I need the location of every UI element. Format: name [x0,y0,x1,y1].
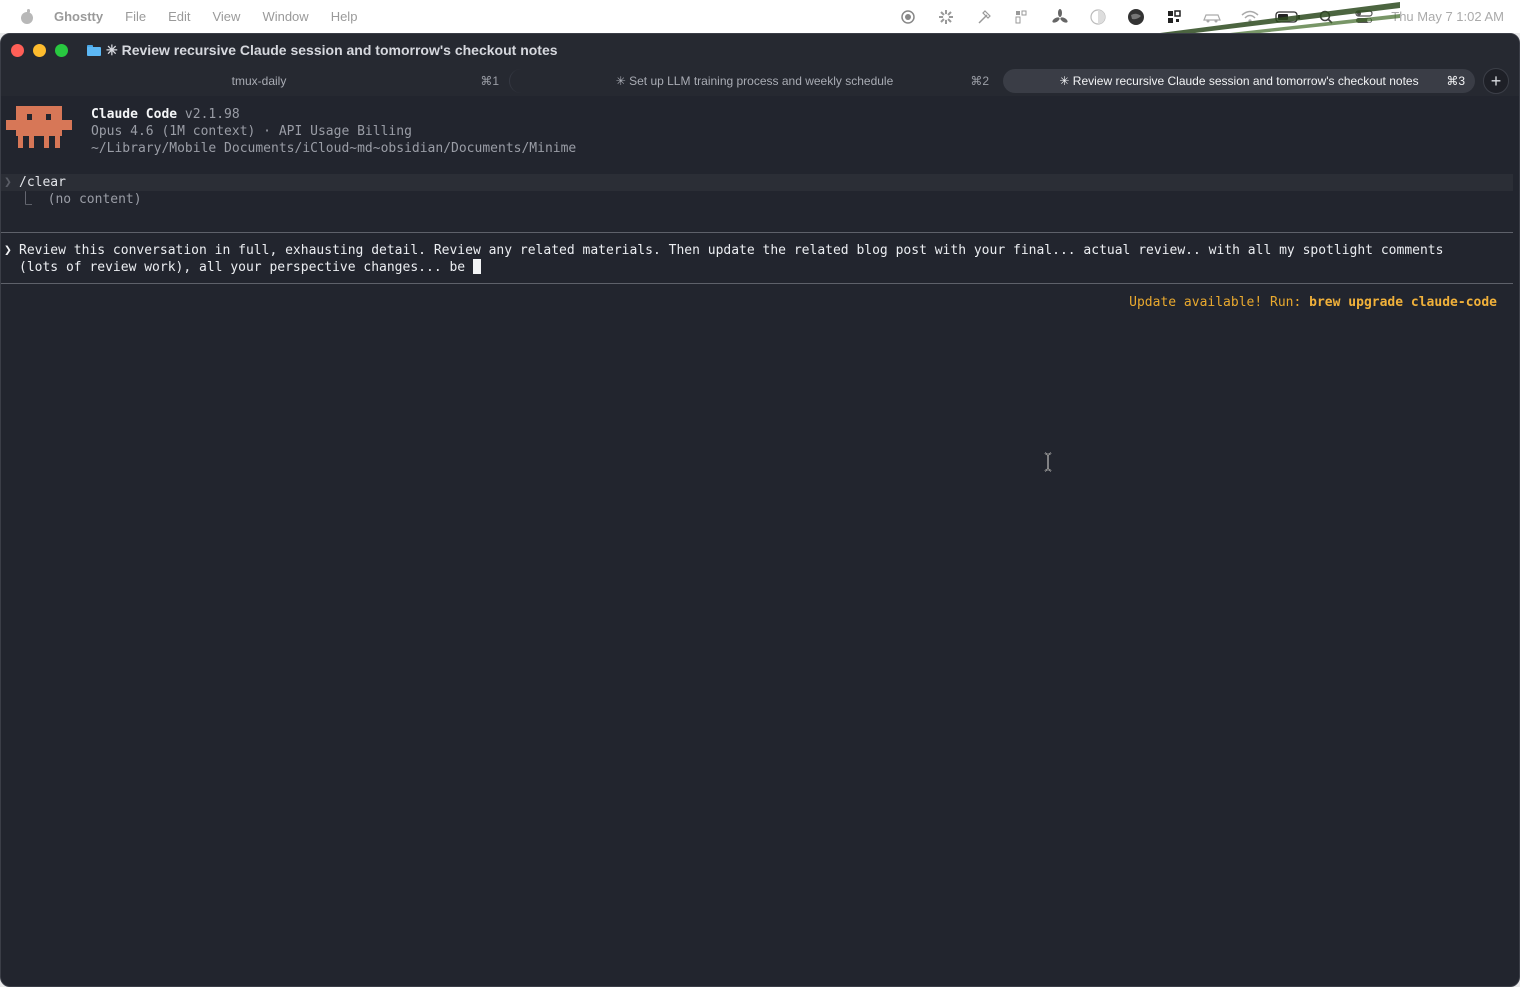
menu-app-name[interactable]: Ghostty [54,9,103,24]
traffic-lights [11,43,68,57]
tab-llm-training[interactable]: ✳ Set up LLM training process and weekly… [509,69,999,93]
claude-mascot-icon [6,106,72,148]
fan-icon[interactable] [1041,0,1079,33]
input-divider-top [1,232,1513,233]
terminal-window: ✳ Review recursive Claude session and to… [0,33,1520,987]
working-directory: ~/Library/Mobile Documents/iCloud~md~obs… [91,141,577,156]
product-name: Claude Code [91,107,178,122]
prompt-chevron-icon: ❯ [4,175,12,190]
history-command-row: ❯ /clear [1,174,1513,191]
claude-banner: Claude Code v2.1.98 Opus 4.6 (1M context… [6,106,576,157]
window-title: ✳ Review recursive Claude session and to… [87,42,558,59]
update-command: brew upgrade claude-code [1309,295,1497,310]
folder-icon [87,44,101,56]
update-notice: Update available! Run: brew upgrade clau… [1129,294,1497,311]
tab-label: ✳ Review recursive Claude session and to… [1059,74,1419,88]
tab-tmux-daily[interactable]: tmux-daily ⌘1 [9,69,509,93]
search-icon[interactable] [1307,0,1345,33]
close-button[interactable] [11,43,24,57]
hammer-icon[interactable] [965,0,1003,33]
terminal-content[interactable]: Claude Code v2.1.98 Opus 4.6 (1M context… [1,96,1519,986]
menu-window[interactable]: Window [262,9,308,24]
zoom-button[interactable] [55,43,68,57]
window-title-text: ✳ Review recursive Claude session and to… [106,41,558,58]
tab-bar: tmux-daily ⌘1 ✳ Set up LLM training proc… [1,66,1519,96]
grid-icon[interactable] [1003,0,1041,33]
contrast-icon[interactable] [1079,0,1117,33]
prompt-text-line-1[interactable]: Review this conversation in full, exhaus… [19,242,1443,259]
text-cursor [472,259,481,274]
window-titlebar[interactable]: ✳ Review recursive Claude session and to… [1,34,1519,66]
record-icon[interactable] [889,0,927,33]
prompt-text-line-2[interactable]: (lots of review work), all your perspect… [19,260,473,275]
tab-review-session[interactable]: ✳ Review recursive Claude session and to… [1003,69,1475,93]
update-prefix: Update available! Run: [1129,295,1310,310]
menu-view[interactable]: View [212,9,240,24]
prompt-text-line-2-wrap[interactable]: (lots of review work), all your perspect… [19,259,481,276]
minimize-button[interactable] [33,43,46,57]
car-icon[interactable] [1193,0,1231,33]
qr-icon[interactable] [1155,0,1193,33]
tab-shortcut: ⌘1 [480,74,499,88]
ibeam-cursor-icon [1044,452,1052,472]
tab-label: ✳ Set up LLM training process and weekly… [615,74,894,88]
menu-file[interactable]: File [125,9,146,24]
control-center-icon[interactable] [1345,0,1383,33]
menu-help[interactable]: Help [331,9,358,24]
apple-icon[interactable] [20,8,34,25]
menu-bar: Ghostty File Edit View Window Help Thu M… [0,0,1520,33]
history-command: /clear [19,175,66,190]
prompt-chevron-icon: ❯ [4,243,12,258]
tab-shortcut: ⌘3 [1446,74,1465,88]
menubar-clock[interactable]: Thu May 7 1:02 AM [1391,9,1504,24]
input-divider-bottom [1,283,1513,284]
history-output: ⎿ (no content) [19,192,142,207]
tab-shortcut: ⌘2 [970,74,989,88]
battery-icon[interactable] [1269,0,1307,33]
product-version: v2.1.98 [184,107,240,122]
tab-label: tmux-daily [231,74,287,88]
menu-edit[interactable]: Edit [168,9,190,24]
globe-icon[interactable] [1117,0,1155,33]
new-tab-button[interactable]: + [1483,68,1509,94]
wifi-icon[interactable] [1231,0,1269,33]
settings-flower-icon[interactable] [927,0,965,33]
model-line: Opus 4.6 (1M context) · API Usage Billin… [91,124,412,139]
